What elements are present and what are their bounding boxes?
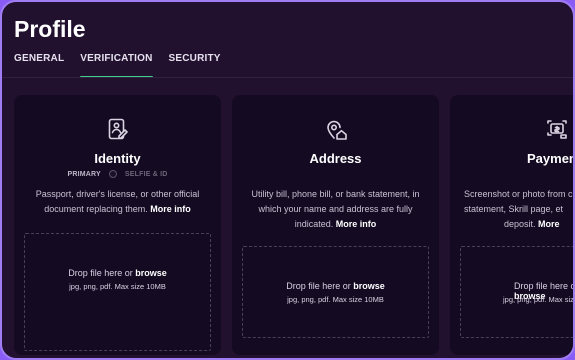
identity-more-info-link[interactable]: More info: [150, 204, 191, 214]
tab-security[interactable]: SECURITY: [169, 52, 221, 78]
payment-file-hint: jpg, png, pdf. Max size 10MB: [503, 295, 574, 304]
page-title: Profile: [14, 16, 86, 42]
payment-more-info-link[interactable]: More: [538, 219, 560, 229]
location-home-icon: [324, 117, 348, 141]
address-more-info-link[interactable]: More info: [336, 219, 377, 229]
tab-verification[interactable]: VERIFICATION: [80, 52, 153, 78]
tab-bar: GENERAL VERIFICATION SECURITY: [14, 52, 237, 78]
identity-description: Passport, driver's license, or other off…: [26, 187, 209, 217]
identity-drop-text: Drop file here or: [68, 268, 136, 278]
address-dropzone[interactable]: Drop file here or browse jpg, png, pdf. …: [242, 246, 429, 338]
payment-desc-line-3: deposit.: [504, 219, 536, 229]
identity-doc-type-toggle: PRIMARY SELFIE & ID: [14, 170, 221, 178]
app-frame: Profile GENERAL VERIFICATION SECURITY Id…: [0, 0, 575, 360]
payment-desc-line-1: Screenshot or photo from c: [464, 189, 573, 199]
address-file-hint: jpg, png, pdf. Max size 10MB: [287, 295, 384, 304]
payment-description: Screenshot or photo from c statement, Sk…: [464, 187, 573, 232]
tab-general[interactable]: GENERAL: [14, 52, 64, 78]
identity-browse-link[interactable]: browse: [135, 268, 167, 278]
primary-option[interactable]: PRIMARY: [67, 171, 100, 178]
payment-screenshot-icon: [545, 117, 569, 141]
address-browse-link[interactable]: browse: [353, 281, 385, 291]
identity-card: Identity PRIMARY SELFIE & ID Passport, d…: [14, 95, 221, 355]
payment-card: Paymen Screenshot or photo from c statem…: [450, 95, 575, 355]
address-drop-text: Drop file here or: [286, 281, 354, 291]
identity-dropzone[interactable]: Drop file here or browse jpg, png, pdf. …: [24, 233, 211, 351]
address-title: Address: [309, 151, 362, 166]
doc-type-radio[interactable]: [108, 170, 117, 178]
identity-file-hint: jpg, png, pdf. Max size 10MB: [69, 282, 166, 291]
selfie-id-option[interactable]: SELFIE & ID: [125, 171, 168, 178]
address-description: Utility bill, phone bill, or bank statem…: [244, 187, 427, 232]
address-card: Address Utility bill, phone bill, or ban…: [232, 95, 439, 355]
id-card-icon: [106, 117, 130, 141]
payment-title: Paymen: [527, 151, 575, 166]
payment-dropzone[interactable]: Drop file here or browse jpg, png, pdf. …: [460, 246, 575, 338]
tab-divider: [2, 77, 573, 78]
payment-desc-line-2: statement, Skrill page, et: [464, 204, 564, 214]
identity-title: Identity: [94, 151, 141, 166]
payment-drop-text: Drop file here or: [514, 281, 575, 291]
